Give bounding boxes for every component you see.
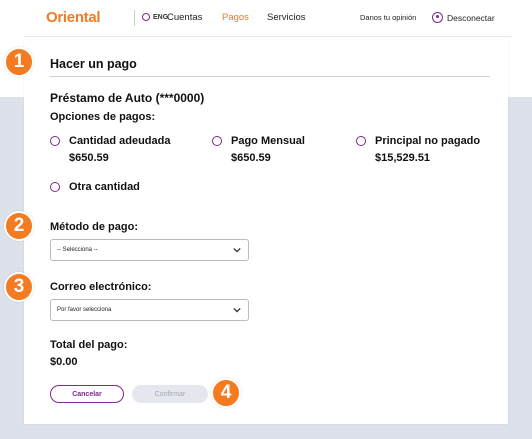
step-badge-3: 3 (4, 272, 34, 302)
option-cantidad-adeudada[interactable]: Cantidad adeudada $650.59 (50, 134, 170, 165)
feedback-link[interactable]: Danos tu opinión (360, 13, 416, 22)
globe-icon (142, 13, 150, 21)
step-badge-4: 4 (211, 378, 241, 408)
loan-heading: Préstamo de Auto (***0000) (50, 91, 205, 105)
email-select[interactable]: Por favor selecciona (50, 299, 249, 321)
top-nav: Oriental ENG Cuentas Pagos Servicios Dan… (24, 0, 512, 37)
user-icon (432, 12, 443, 23)
radio-button[interactable] (50, 182, 60, 192)
language-toggle[interactable]: ENG (142, 13, 168, 21)
option-amount: $15,529.51 (375, 152, 431, 164)
option-otra-cantidad[interactable]: Otra cantidad (50, 180, 140, 194)
language-label: ENG (153, 13, 169, 21)
option-label: Cantidad adeudada (69, 135, 171, 147)
oriental-logo[interactable]: Oriental (46, 9, 101, 26)
cancel-button[interactable]: Cancelar (50, 385, 124, 403)
chevron-down-icon (233, 307, 241, 313)
step-badge-1: 1 (4, 47, 34, 77)
email-label: Correo electrónico: (50, 281, 152, 293)
confirm-button[interactable]: Confirmar (132, 385, 208, 403)
select-value: -- Selecciona -- (57, 247, 98, 253)
logout-link[interactable]: Desconectar (432, 12, 495, 23)
payment-method-select[interactable]: -- Selecciona -- (50, 239, 249, 261)
option-principal-no-pagado[interactable]: Principal no pagado $15,529.51 (356, 134, 480, 165)
radio-button[interactable] (356, 136, 366, 146)
select-value: Por favor selecciona (57, 307, 112, 313)
payment-options-label: Opciones de pagos: (50, 111, 156, 123)
radio-button[interactable] (212, 136, 222, 146)
nav-link-servicios[interactable]: Servicios (267, 12, 306, 23)
chevron-down-icon (233, 247, 241, 253)
step-badge-2: 2 (4, 211, 34, 241)
nav-divider (134, 10, 135, 26)
nav-link-cuentas[interactable]: Cuentas (167, 12, 202, 23)
nav-link-pagos[interactable]: Pagos (222, 12, 249, 23)
title-divider (50, 76, 490, 77)
payment-method-label: Método de pago: (50, 221, 138, 233)
option-label: Principal no pagado (375, 135, 481, 147)
page-title: Hacer un pago (50, 57, 137, 71)
total-value: $0.00 (50, 356, 78, 368)
logout-label: Desconectar (447, 12, 495, 23)
radio-button[interactable] (50, 136, 60, 146)
option-label: Pago Mensual (231, 135, 305, 147)
total-label: Total del pago: (50, 339, 128, 351)
option-label: Otra cantidad (69, 181, 140, 193)
option-pago-mensual[interactable]: Pago Mensual $650.59 (212, 134, 305, 165)
option-amount: $650.59 (231, 152, 271, 164)
option-amount: $650.59 (69, 152, 109, 164)
